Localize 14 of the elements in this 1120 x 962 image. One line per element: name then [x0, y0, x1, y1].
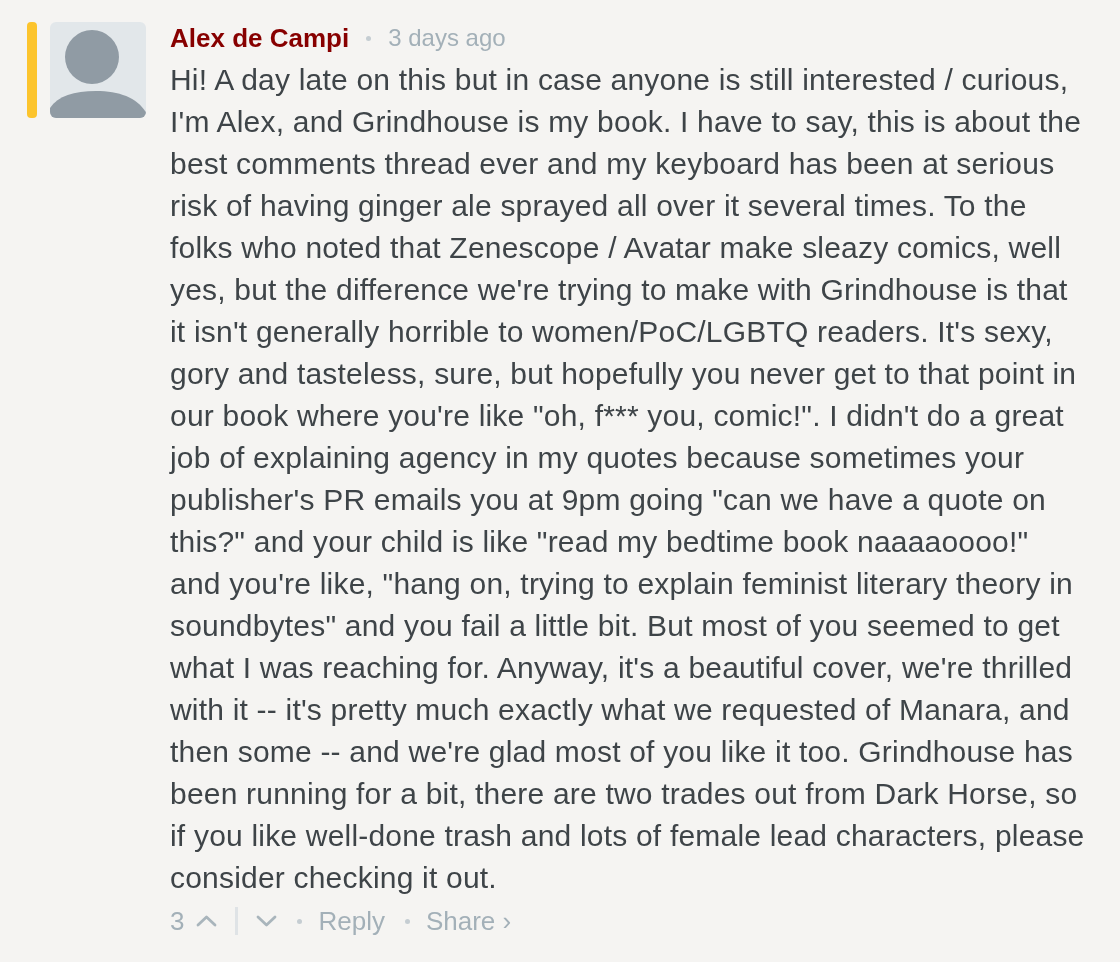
- upvote-button[interactable]: [196, 915, 218, 927]
- author-name[interactable]: Alex de Campi: [170, 22, 350, 54]
- separator-dot-icon: [404, 918, 410, 924]
- timestamp[interactable]: 3 days ago: [388, 22, 506, 54]
- separator-dot-icon: [297, 918, 303, 924]
- separator-dot-icon: [366, 35, 372, 41]
- chevron-up-icon: [196, 915, 218, 927]
- share-link[interactable]: Share ›: [425, 903, 512, 939]
- vote-count: 3: [170, 905, 185, 938]
- avatar-icon[interactable]: [50, 22, 146, 118]
- downvote-button[interactable]: [256, 915, 278, 927]
- reply-link[interactable]: Reply: [318, 903, 385, 939]
- chevron-down-icon: [256, 915, 278, 927]
- comment-text: Hi! A day late on this but in case anyone is still interested / curious, I'm Alex, and Grindhouse is my book. I have to say, this is about the best comments thread ever and my keyboard has been at serious risk of having ginger ale sprayed all over it several times. To the folks who noted that Zenescope / Avatar make sleazy comics, well yes, but the difference we're trying to make with Grindhouse is that it isn't generally horrible to women/PoC/LGBTQ readers. It's sexy, gory and tasteless, sure, but hopefully you never get to that point in our book where you're like "oh, f*** you, comic!". I didn't do a great job of explaining agency in my quotes because sometimes your publisher's PR emails you at 9pm going "can we have a quote on this?" and your child is like "read my bedtime book naaaaoooo!" and you're like, "hang on, trying to explain feminist literary theory in soundbytes" and you fail a little bit. But most of you seemed to get what I was reaching for. Anyway, it's a beautiful cover, we're thrilled with it -- it's pretty much exactly what we requested of Manara, and then some -- and we're glad most of you like it too. Grindhouse has been running for a bit, there are two trades out from Dark Horse, so if you like well-done trash and lots of female lead characters, please consider checking it out.: [170, 62, 1085, 896]
